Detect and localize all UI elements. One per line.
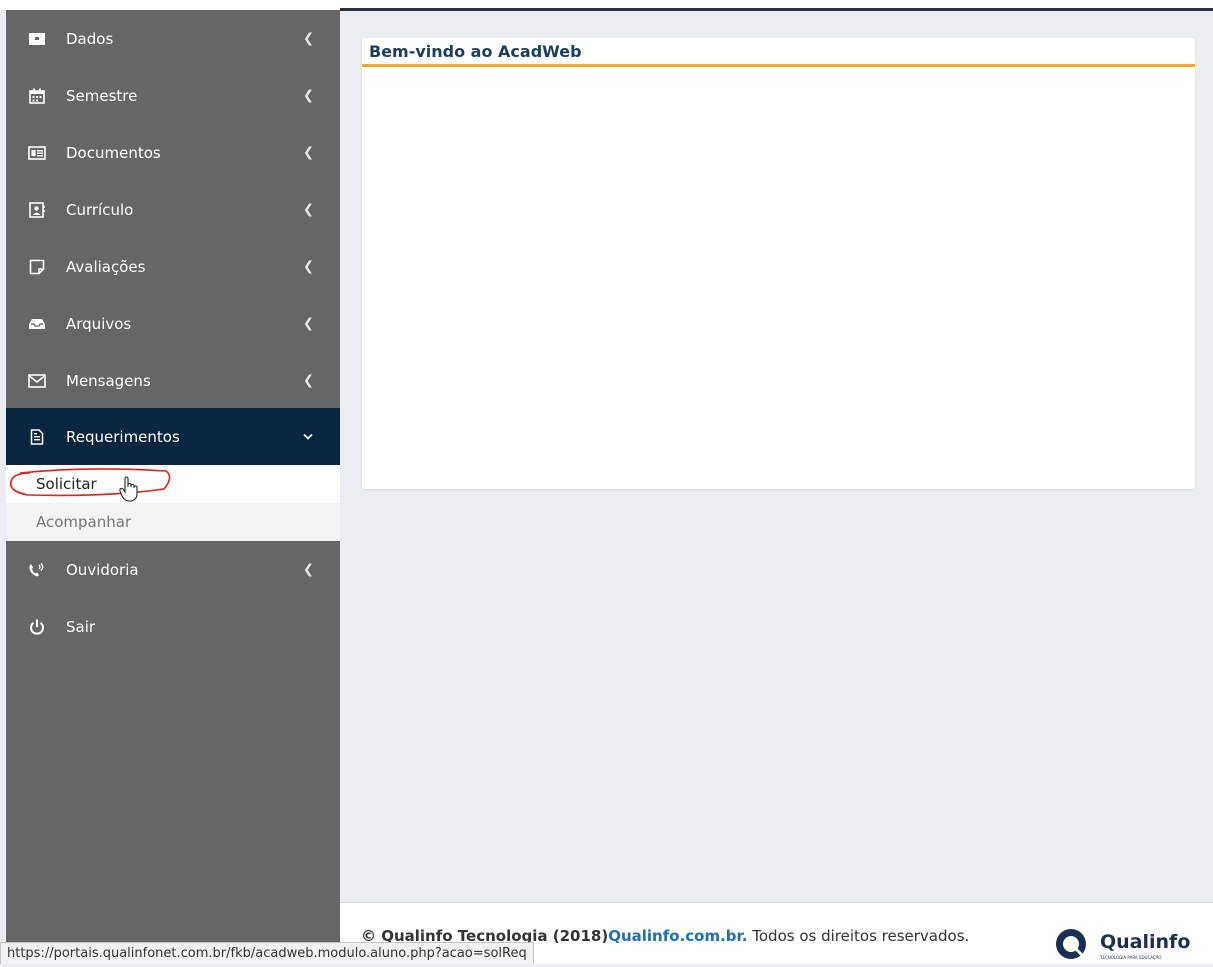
sidebar-item-label: Sair <box>66 617 96 636</box>
chevron-left-icon: ❮ <box>303 145 314 160</box>
contact-card-icon <box>28 201 46 219</box>
panel-accent-rule <box>362 64 1195 67</box>
note-icon <box>28 258 46 276</box>
welcome-panel: Bem-vindo ao AcadWeb <box>362 38 1195 489</box>
sidebar-item-label: Avaliações <box>66 257 146 276</box>
submenu-item-acompanhar[interactable]: Acompanhar <box>6 503 340 541</box>
sidebar-item-label: Dados <box>66 29 114 48</box>
chevron-left-icon: ❮ <box>303 316 314 331</box>
phone-volume-icon <box>28 561 46 579</box>
sidebar-item-label: Mensagens <box>66 371 151 390</box>
status-bar-url: https://portais.qualinfonet.com.br/fkb/a… <box>0 942 534 964</box>
logo-wordmark: Qualinfo <box>1100 931 1191 953</box>
id-card-icon <box>28 30 46 48</box>
sidebar: Dados ❮ Semestre ❮ Documentos ❮ Currícul… <box>6 10 340 963</box>
header-bar <box>340 8 1213 11</box>
power-icon <box>28 618 46 636</box>
sidebar-item-label: Semestre <box>66 86 138 105</box>
chevron-down-icon <box>303 429 313 444</box>
sidebar-item-label: Arquivos <box>66 314 132 333</box>
submenu-item-label: Solicitar <box>36 475 97 493</box>
qualinfo-logo: Qualinfo TECNOLOGIA PARA EDUCAÇÃO <box>1054 927 1204 963</box>
sidebar-item-requerimentos[interactable]: Requerimentos <box>6 408 340 465</box>
qualinfo-link[interactable]: Qualinfo.com.br. <box>608 927 747 945</box>
sidebar-item-label: Requerimentos <box>66 427 180 446</box>
sidebar-item-label: Documentos <box>66 143 161 162</box>
newspaper-icon <box>28 144 46 162</box>
document-icon <box>28 428 46 446</box>
qualinfo-logo-icon <box>1056 929 1086 959</box>
submenu-item-label: Acompanhar <box>36 513 132 531</box>
sidebar-item-mensagens[interactable]: Mensagens ❮ <box>6 352 340 409</box>
envelope-icon <box>28 372 46 390</box>
sidebar-item-dados[interactable]: Dados ❮ <box>6 10 340 67</box>
requerimentos-submenu: Solicitar Acompanhar <box>6 465 340 541</box>
rights-text: Todos os direitos reservados. <box>747 927 970 945</box>
chevron-left-icon: ❮ <box>303 373 314 388</box>
submenu-item-solicitar[interactable]: Solicitar <box>6 465 340 503</box>
chevron-left-icon: ❮ <box>303 202 314 217</box>
sidebar-item-arquivos[interactable]: Arquivos ❮ <box>6 295 340 352</box>
sidebar-item-semestre[interactable]: Semestre ❮ <box>6 67 340 124</box>
sidebar-item-ouvidoria[interactable]: Ouvidoria ❮ <box>6 541 340 598</box>
chevron-left-icon: ❮ <box>303 259 314 274</box>
chevron-left-icon: ❮ <box>303 88 314 103</box>
sidebar-item-label: Currículo <box>66 200 134 219</box>
sidebar-item-documentos[interactable]: Documentos ❮ <box>6 124 340 181</box>
sidebar-item-curriculo[interactable]: Currículo ❮ <box>6 181 340 238</box>
sidebar-item-avaliacoes[interactable]: Avaliações ❮ <box>6 238 340 295</box>
chevron-left-icon: ❮ <box>303 31 314 46</box>
sidebar-item-sair[interactable]: Sair <box>6 598 340 655</box>
panel-title: Bem-vindo ao AcadWeb <box>369 42 582 61</box>
logo-tagline: TECNOLOGIA PARA EDUCAÇÃO <box>1100 955 1162 960</box>
chevron-left-icon: ❮ <box>303 562 314 577</box>
sidebar-item-label: Ouvidoria <box>66 560 139 579</box>
inbox-icon <box>28 315 46 333</box>
calendar-icon <box>28 87 46 105</box>
